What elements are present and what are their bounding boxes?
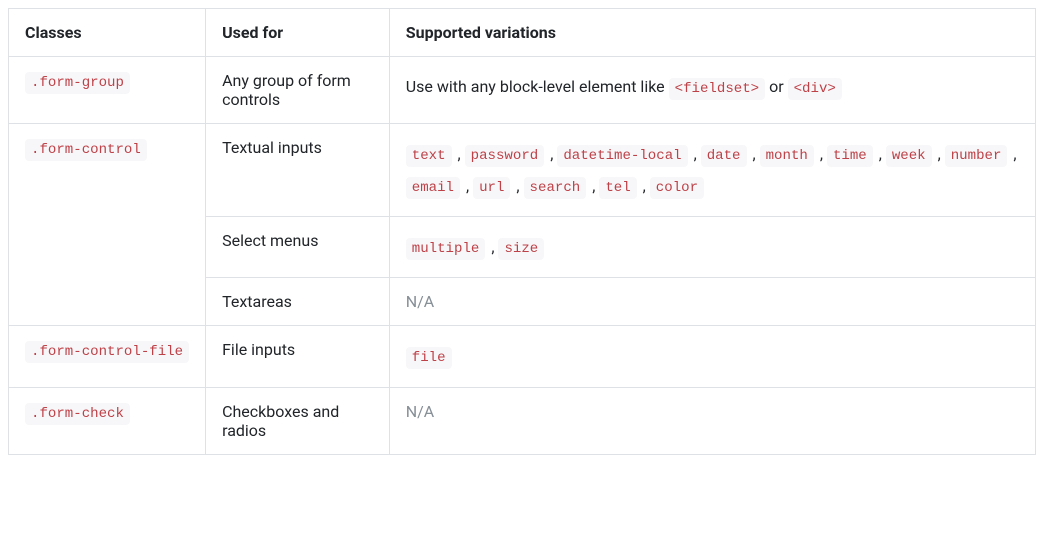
sep: ,: [639, 176, 650, 195]
cell-variations: multiple , size: [389, 217, 1035, 278]
na-text: N/A: [406, 292, 434, 311]
variation-code: multiple: [406, 238, 486, 260]
cell-used-for: Select menus: [206, 217, 390, 278]
sep: ,: [934, 144, 945, 163]
form-classes-table: Classes Used for Supported variations .f…: [8, 8, 1036, 455]
variation-code: datetime-local: [557, 145, 687, 167]
cell-variations: N/A: [389, 278, 1035, 326]
cell-used-for: Textual inputs: [206, 124, 390, 217]
class-code: .form-check: [25, 403, 130, 425]
variation-code: week: [886, 145, 932, 167]
cell-class: .form-control-file: [9, 326, 206, 387]
cell-used-for: File inputs: [206, 326, 390, 387]
table-row: .form-group Any group of form controls U…: [9, 57, 1036, 124]
sep: ,: [454, 144, 465, 163]
class-code: .form-control: [25, 139, 147, 161]
variation-code: url: [473, 177, 510, 199]
sep: ,: [588, 176, 599, 195]
variation-code: text: [406, 145, 452, 167]
cell-class: .form-group: [9, 57, 206, 124]
variations-sep: or: [769, 77, 788, 96]
sep: ,: [875, 144, 886, 163]
table-row: .form-control-file File inputs file: [9, 326, 1036, 387]
sep: ,: [749, 144, 760, 163]
variation-code: file: [406, 347, 452, 369]
table-header-row: Classes Used for Supported variations: [9, 9, 1036, 57]
sep: ,: [487, 237, 498, 256]
table-row: .form-check Checkboxes and radios N/A: [9, 387, 1036, 454]
cell-used-for: Checkboxes and radios: [206, 387, 390, 454]
variation-code: number: [945, 145, 1008, 167]
variation-code: month: [760, 145, 814, 167]
variation-code: <div>: [788, 78, 842, 100]
cell-used-for: Textareas: [206, 278, 390, 326]
class-code: .form-group: [25, 72, 130, 94]
class-code: .form-control-file: [25, 341, 189, 363]
cell-used-for: Any group of form controls: [206, 57, 390, 124]
sep: ,: [512, 176, 523, 195]
cell-class: .form-check: [9, 387, 206, 454]
cell-class: .form-control: [9, 124, 206, 326]
sep: ,: [816, 144, 827, 163]
cell-variations: N/A: [389, 387, 1035, 454]
variation-code: password: [465, 145, 545, 167]
variation-code: search: [524, 177, 587, 199]
variation-code: color: [650, 177, 704, 199]
variation-code: email: [406, 177, 460, 199]
sep: ,: [690, 144, 701, 163]
variation-code: date: [701, 145, 747, 167]
header-variations: Supported variations: [389, 9, 1035, 57]
variation-code: tel: [599, 177, 636, 199]
variation-code: time: [827, 145, 873, 167]
sep: ,: [546, 144, 557, 163]
cell-variations: Use with any block-level element like <f…: [389, 57, 1035, 124]
sep: ,: [462, 176, 473, 195]
header-classes: Classes: [9, 9, 206, 57]
sep: ,: [1009, 144, 1016, 163]
header-used-for: Used for: [206, 9, 390, 57]
cell-variations: file: [389, 326, 1035, 387]
na-text: N/A: [406, 402, 434, 421]
table-row: .form-control Textual inputs text , pass…: [9, 124, 1036, 217]
variation-code: <fieldset>: [669, 78, 765, 100]
variations-text: Use with any block-level element like: [406, 77, 669, 96]
variation-code: size: [498, 238, 544, 260]
cell-variations: text , password , datetime-local , date …: [389, 124, 1035, 217]
